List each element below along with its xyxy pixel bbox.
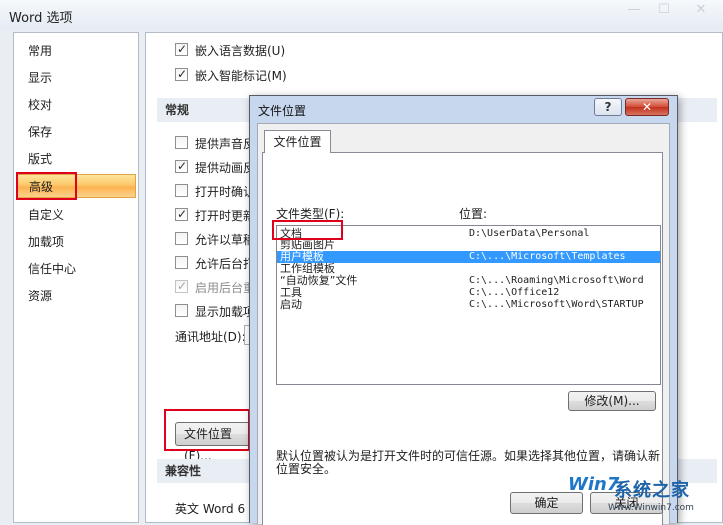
sidebar-item-display[interactable]: 显示 <box>16 66 136 90</box>
sidebar-item-addins[interactable]: 加载项 <box>16 230 136 254</box>
watermark-logo: Win7 <box>568 474 620 495</box>
general-option-label: 允许后台打 <box>195 257 256 271</box>
general-option-checkbox[interactable] <box>175 136 188 149</box>
highlight-file-locations-box <box>164 409 250 451</box>
list-item[interactable]: 工具 C:\...\Office12 <box>277 287 660 299</box>
file-locations-dialog: 文件位置 ? ✕ 文件位置 文件类型(F): 位置: 文档 D:\UserDat… <box>249 95 678 525</box>
dialog-body: 文件位置 文件类型(F): 位置: 文档 D:\UserData\Persona… <box>257 123 670 525</box>
sidebar-item-resources[interactable]: 资源 <box>16 284 136 308</box>
general-option-checkbox[interactable] <box>175 232 188 245</box>
sidebar-item-common[interactable]: 常用 <box>16 39 136 63</box>
embed-smart-tags-checkbox[interactable]: ✓ <box>175 67 188 81</box>
file-type: 启动 <box>280 298 302 311</box>
site-watermark: Win7 系统之家 Www.Winwin7.com <box>568 470 718 520</box>
checkmark-icon: ✓ <box>177 42 188 56</box>
watermark-url: Www.Winwin7.com <box>608 503 694 513</box>
minimize-button[interactable]: — <box>620 0 648 20</box>
general-option-checkbox[interactable]: ✓ <box>175 279 188 293</box>
general-option-label: 打开时确认 <box>195 185 256 199</box>
close-icon: ✕ <box>641 100 653 114</box>
minimize-icon: — <box>627 2 641 17</box>
tab-file-locations[interactable]: 文件位置 <box>264 130 331 153</box>
maximize-icon: ☐ <box>658 2 670 17</box>
modify-button[interactable]: 修改(M)... <box>568 391 656 411</box>
list-item[interactable]: 剪贴画图片 <box>277 239 660 251</box>
window-close-button[interactable]: ✕ <box>680 0 722 20</box>
sidebar-item-layout[interactable]: 版式 <box>16 147 136 171</box>
options-sidebar: 常用 显示 校对 保存 版式 高级 自定义 加载项 信任中心 资源 <box>13 32 139 523</box>
maximize-button[interactable]: ☐ <box>650 0 678 20</box>
list-item[interactable]: 启动 C:\...\Microsoft\Word\STARTUP <box>277 299 660 311</box>
checkmark-icon: ✓ <box>177 207 188 221</box>
general-option-checkbox[interactable] <box>175 304 188 317</box>
list-item[interactable]: “自动恢复”文件 C:\...\Roaming\Microsoft\Word <box>277 275 660 287</box>
general-option-label: 打开时更新 <box>195 209 256 223</box>
sidebar-item-save[interactable]: 保存 <box>16 120 136 144</box>
window-titlebar: Word 选项 — ☐ ✕ <box>0 0 723 30</box>
sidebar-item-customize[interactable]: 自定义 <box>16 203 136 227</box>
general-option-label: 显示加载项 <box>195 305 256 319</box>
close-icon: ✕ <box>695 2 707 17</box>
sidebar-item-trust-center[interactable]: 信任中心 <box>16 257 136 281</box>
general-option-checkbox[interactable]: ✓ <box>175 207 188 221</box>
embed-language-data-label: 嵌入语言数据(U) <box>195 44 286 58</box>
highlight-advanced-box <box>16 172 77 200</box>
general-option-checkbox[interactable] <box>175 184 188 197</box>
checkmark-icon: ✓ <box>177 159 188 173</box>
embed-smart-tags-label: 嵌入智能标记(M) <box>195 69 287 83</box>
highlight-user-templates-box <box>272 220 343 240</box>
general-option-label: 提供声音反 <box>195 137 256 151</box>
compat-layout-label: 英文 Word 6 <box>175 502 246 516</box>
general-option-label: 启用后台重 <box>195 281 256 295</box>
checkmark-icon: ✓ <box>177 279 188 293</box>
checkmark-icon: ✓ <box>177 67 188 81</box>
general-option-checkbox[interactable] <box>175 256 188 269</box>
help-icon: ? <box>604 100 612 114</box>
file-location: C:\...\Roaming\Microsoft\Word <box>469 275 644 286</box>
location-column-header: 位置: <box>459 207 488 221</box>
file-location: C:\...\Microsoft\Templates <box>469 251 626 262</box>
dialog-help-button[interactable]: ? <box>594 98 622 116</box>
window-title: Word 选项 <box>9 11 73 26</box>
dialog-close-x-button[interactable]: ✕ <box>625 98 669 116</box>
sidebar-item-proofing[interactable]: 校对 <box>16 93 136 117</box>
mailing-address-label: 通讯地址(D): <box>175 330 246 344</box>
embed-language-data-checkbox[interactable]: ✓ <box>175 42 188 56</box>
file-location: C:\...\Microsoft\Word\STARTUP <box>469 299 644 310</box>
general-option-checkbox[interactable]: ✓ <box>175 159 188 173</box>
general-option-label: 允许以草稿 <box>195 233 256 247</box>
dialog-title: 文件位置 <box>258 104 307 118</box>
file-locations-list[interactable]: 文档 D:\UserData\Personal 剪贴画图片 用户模板 C:\..… <box>276 225 661 385</box>
watermark-text: 系统之家 <box>614 480 690 501</box>
file-location: C:\...\Office12 <box>469 287 560 298</box>
general-option-label: 提供动画反 <box>195 161 256 175</box>
